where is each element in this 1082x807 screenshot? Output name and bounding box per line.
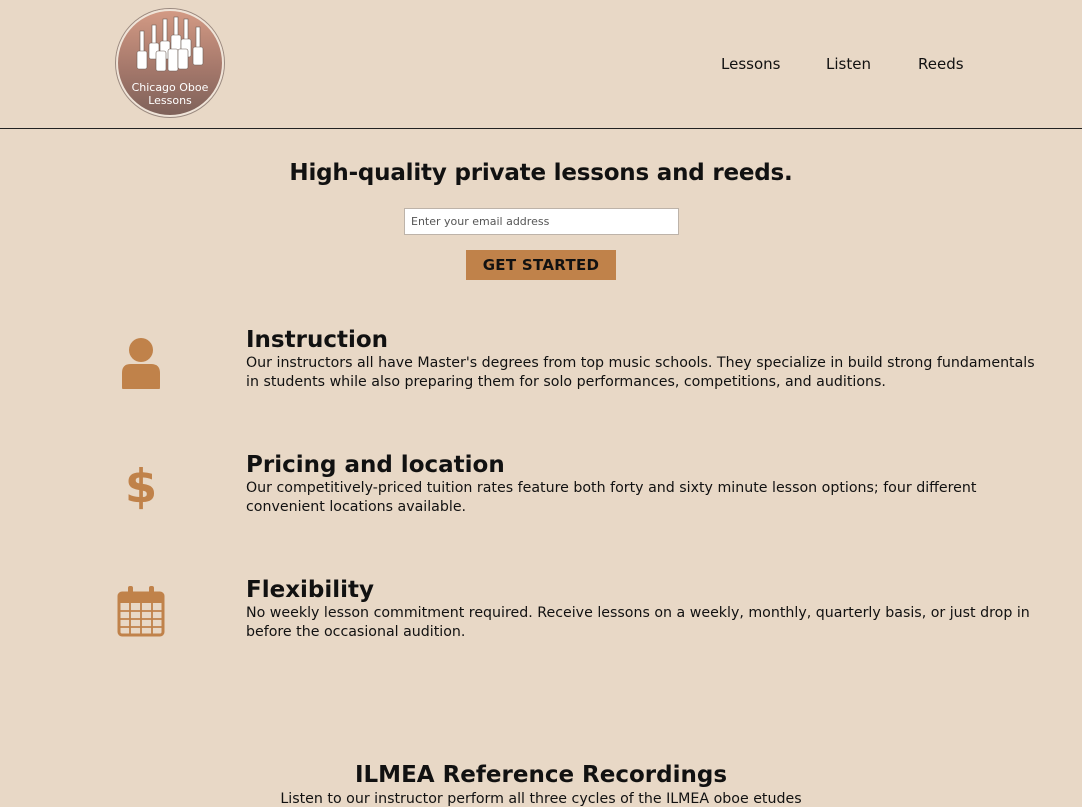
recordings-description: Listen to our instructor perform all thr… bbox=[280, 791, 802, 807]
get-started-button[interactable]: GET STARTED bbox=[466, 250, 616, 280]
logo-text-line2: Lessons bbox=[148, 94, 192, 107]
nav-link-lessons[interactable]: Lessons bbox=[721, 55, 780, 73]
recordings-title: ILMEA Reference Recordings bbox=[354, 762, 728, 788]
calendar-icon bbox=[117, 586, 165, 637]
logo-text-line1: Chicago Oboe bbox=[131, 81, 209, 94]
user-icon bbox=[122, 338, 160, 389]
feature-description: Our competitively-priced tuition rates f… bbox=[246, 480, 977, 515]
feature-title: Instruction bbox=[246, 327, 389, 353]
svg-text:$: $ bbox=[125, 460, 157, 510]
feature-description: Our instructors all have Master's degree… bbox=[246, 355, 1035, 390]
hero-title: High-quality private lessons and reeds. bbox=[289, 160, 793, 186]
feature-description: No weekly lesson commitment required. Re… bbox=[246, 605, 1030, 640]
feature-title: Flexibility bbox=[246, 577, 375, 603]
email-input[interactable] bbox=[404, 208, 679, 235]
feature-title: Pricing and location bbox=[246, 452, 505, 478]
nav-link-reeds[interactable]: Reeds bbox=[918, 55, 964, 73]
nav-link-listen[interactable]: Listen bbox=[826, 55, 871, 73]
dollar-icon: $ bbox=[125, 460, 157, 510]
site-header: Chicago Oboe Lessons Lessons Listen Reed… bbox=[0, 0, 1082, 129]
site-logo[interactable]: Chicago Oboe Lessons bbox=[116, 9, 224, 117]
